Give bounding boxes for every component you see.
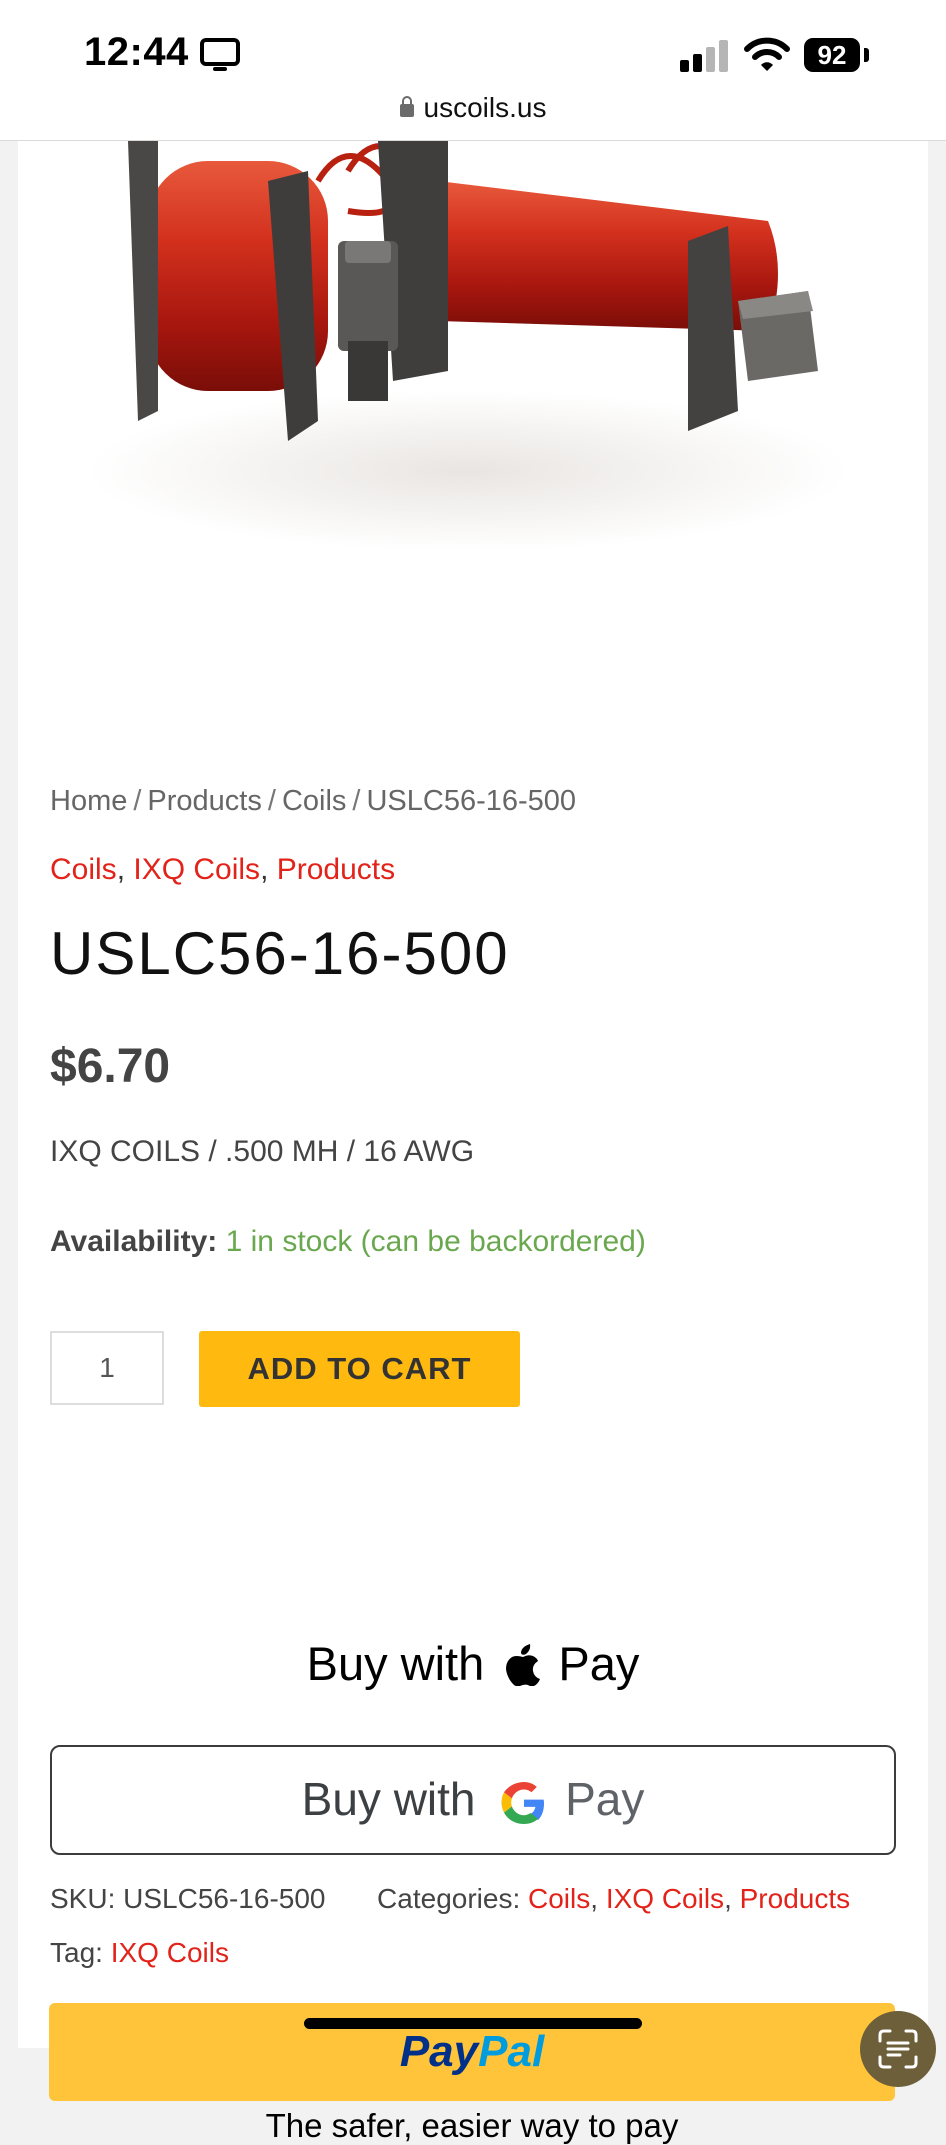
product-page: Home / Products / Coils / USLC56-16-500 Coils,… — [18, 141, 936, 2144]
paypal-tagline: The safer, easier way to pay — [265, 2107, 679, 2144]
wifi-icon — [744, 37, 790, 71]
breadcrumb-products[interactable]: Products — [147, 785, 261, 817]
product-specs: IXQ COILS / .500 MH / 16 AWG — [50, 1135, 475, 1168]
product-price: $6.70 — [50, 1040, 171, 1093]
lock-icon — [399, 96, 414, 117]
quantity-input[interactable]: 1 — [50, 1331, 164, 1405]
paypal-logo-part1: Pay — [399, 2027, 479, 2076]
categories-label: Categories: — [377, 1883, 521, 1914]
status-time: 12:44 — [84, 30, 189, 74]
inductor-coil-photo — [48, 141, 898, 561]
address-bar[interactable]: uscoils.us — [0, 92, 946, 124]
live-text-scan-button[interactable] — [860, 2011, 936, 2087]
product-categories: Coils, IXQ Coils, Products — [50, 853, 396, 886]
screen-mirror-icon — [200, 38, 240, 71]
product-image[interactable] — [48, 141, 898, 561]
sku-value: USLC56-16-500 — [123, 1883, 326, 1914]
product-tags: Tag: IXQ Coils — [50, 1937, 229, 1969]
home-indicator[interactable] — [304, 2018, 642, 2029]
url-text: uscoils.us — [423, 92, 547, 123]
add-to-cart-button[interactable]: ADD TO CART — [199, 1331, 520, 1407]
google-pay-prefix: Buy with — [301, 1773, 476, 1825]
google-pay-button[interactable]: Buy with Pay — [50, 1745, 896, 1855]
category-link-products[interactable]: Products — [277, 853, 395, 886]
category-link-coils[interactable]: Coils — [50, 853, 117, 886]
breadcrumb-separator: / — [133, 785, 142, 817]
cellular-signal-icon — [680, 40, 728, 72]
availability: Availability: 1 in stock (can be backord… — [50, 1225, 646, 1259]
meta-category-products[interactable]: Products — [740, 1883, 851, 1914]
product-title: USLC56-16-500 — [50, 920, 510, 987]
google-g-icon — [501, 1782, 545, 1824]
apple-pay-word: Pay — [558, 1637, 640, 1690]
category-link-ixq-coils[interactable]: IXQ Coils — [133, 853, 260, 886]
availability-label: Availability: — [50, 1225, 218, 1258]
meta-category-ixq-coils[interactable]: IXQ Coils — [606, 1883, 724, 1914]
google-pay-word: Pay — [565, 1773, 645, 1825]
breadcrumb-separator: / — [352, 785, 361, 817]
breadcrumb-current: USLC56-16-500 — [366, 785, 577, 817]
sku-label: SKU: — [50, 1883, 116, 1914]
apple-pay-button[interactable]: Buy with Pay — [50, 1629, 896, 1699]
battery-level: 92 — [804, 38, 860, 72]
meta-category-coils[interactable]: Coils — [528, 1883, 590, 1914]
breadcrumb-home[interactable]: Home — [50, 785, 127, 817]
paypal-logo-part2: Pal — [478, 2027, 545, 2076]
breadcrumb-separator: / — [267, 785, 276, 817]
availability-value: 1 in stock (can be backordered) — [225, 1225, 646, 1258]
tag-link-ixq-coils[interactable]: IXQ Coils — [111, 1937, 229, 1968]
breadcrumb-coils[interactable]: Coils — [282, 785, 346, 817]
battery-tip — [864, 48, 869, 62]
tag-label: Tag: — [50, 1937, 103, 1968]
apple-logo-icon — [506, 1644, 541, 1686]
apple-pay-prefix: Buy with — [306, 1637, 485, 1690]
text-scan-icon — [878, 2029, 918, 2069]
status-bar: 12:44 92 uscoils.us — [0, 0, 946, 141]
product-meta: SKU: USLC56-16-500 Categories: Coils, IX… — [50, 1883, 851, 1914]
breadcrumb: Home / Products / Coils / USLC56-16-500 — [50, 785, 576, 818]
